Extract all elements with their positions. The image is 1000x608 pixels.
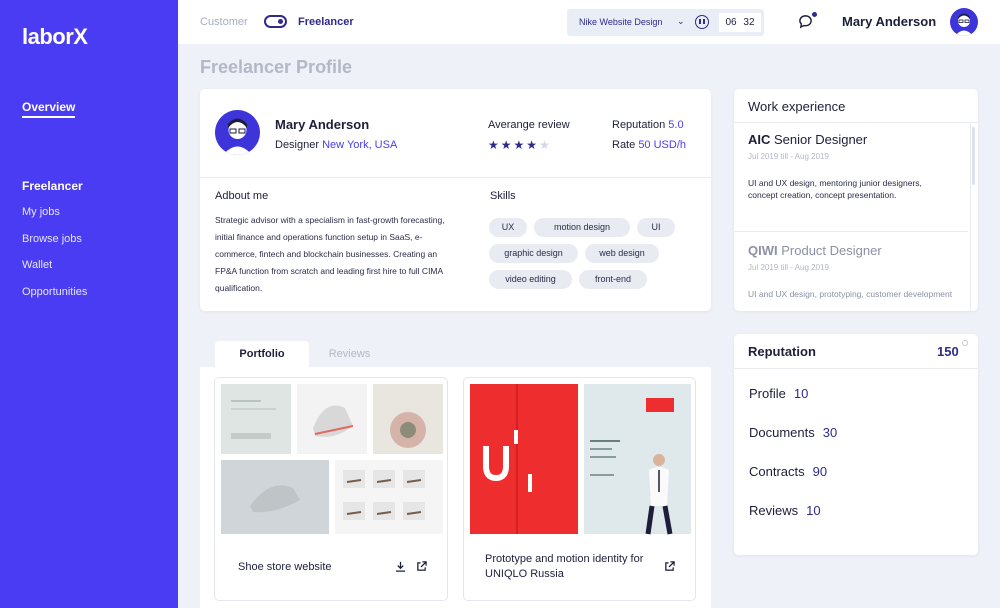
divider bbox=[734, 122, 978, 123]
work-experience-title: Work experience bbox=[748, 99, 846, 114]
timer-hours: 06 bbox=[725, 17, 737, 28]
job-title: AIC Senior Designer bbox=[748, 132, 867, 147]
rate-line: Rate 50 USD/h bbox=[612, 139, 686, 151]
star-icon: ★ bbox=[526, 138, 540, 152]
skill-chip[interactable]: web design bbox=[585, 244, 659, 263]
rate-value: 50 USD/h bbox=[638, 139, 687, 151]
profile-card: Mary Anderson Designer New York, USA Ave… bbox=[200, 89, 711, 311]
top-header: Customer Freelancer Nike Website Design … bbox=[178, 0, 1000, 44]
star-icon: ★ bbox=[488, 138, 501, 152]
divider bbox=[734, 368, 978, 369]
reputation-row: Profile 10 bbox=[749, 386, 808, 401]
average-review-label: Averange review bbox=[488, 119, 570, 131]
job-title: QIWI Product Designer bbox=[748, 243, 882, 258]
scrollbar[interactable] bbox=[970, 123, 976, 311]
profile-location: New York, USA bbox=[322, 139, 398, 151]
rating-stars: ★★★★★ bbox=[488, 138, 552, 152]
tab-reviews[interactable]: Reviews bbox=[309, 341, 390, 367]
divider bbox=[734, 231, 968, 232]
reputation-row-value: 30 bbox=[822, 425, 838, 440]
sidebar: laborX Overview Freelancer My jobs Brows… bbox=[0, 0, 178, 608]
chevron-down-icon[interactable]: ⌄ bbox=[677, 16, 685, 27]
reputation-row: Reviews 10 bbox=[749, 503, 821, 518]
reputation-row-label: Contracts bbox=[749, 464, 805, 479]
divider bbox=[200, 177, 711, 178]
pause-icon[interactable] bbox=[695, 15, 709, 29]
job-dates: Jul 2019 till - Aug 2019 bbox=[748, 263, 829, 272]
chat-icon[interactable] bbox=[798, 14, 813, 29]
nav-overview[interactable]: Overview bbox=[22, 100, 76, 118]
reputation-title: Reputation bbox=[748, 344, 816, 359]
reputation-line: Reputation 5.0 bbox=[612, 119, 684, 131]
role-customer-label[interactable]: Customer bbox=[200, 16, 248, 28]
star-icon: ★ bbox=[539, 138, 552, 152]
job-description: UI and UX design, mentoring junior desig… bbox=[748, 178, 922, 200]
reputation-row: Documents 30 bbox=[749, 425, 837, 440]
reputation-label: Reputation bbox=[612, 119, 666, 131]
timer-display: 06 32 bbox=[719, 13, 761, 32]
job-company: AIC bbox=[748, 132, 771, 147]
skill-chip[interactable]: video editing bbox=[489, 270, 572, 289]
star-icon: ★ bbox=[513, 138, 527, 152]
header-user-name[interactable]: Mary Anderson bbox=[842, 14, 936, 29]
reputation-row-label: Reviews bbox=[749, 503, 799, 518]
portfolio-item-uniqlo[interactable]: Prototype and motion identity for UNIQLO… bbox=[463, 377, 696, 601]
external-link-icon[interactable] bbox=[416, 561, 427, 572]
reputation-row-value: 90 bbox=[812, 464, 828, 479]
reputation-row-label: Profile bbox=[749, 386, 786, 401]
portfolio-item-shoe-store[interactable]: Shoe store website bbox=[214, 377, 448, 601]
nav-item-my-jobs[interactable]: My jobs bbox=[22, 206, 60, 218]
job-position: Senior Designer bbox=[774, 132, 868, 147]
reputation-row-label: Documents bbox=[749, 425, 815, 440]
scroll-thumb[interactable] bbox=[972, 127, 975, 185]
portfolio-thumbnail bbox=[221, 384, 443, 534]
job-position: Product Designer bbox=[781, 243, 882, 258]
profile-avatar bbox=[215, 110, 260, 155]
about-title: Adbout me bbox=[215, 190, 269, 202]
time-tracker: Nike Website Design ⌄ 06 32 bbox=[567, 9, 764, 36]
reputation-row-value: 10 bbox=[793, 386, 809, 401]
profile-role: Designer bbox=[275, 139, 320, 151]
nav-item-wallet[interactable]: Wallet bbox=[22, 259, 52, 271]
skill-chip[interactable]: UI bbox=[637, 218, 675, 237]
reputation-row-value: 10 bbox=[806, 503, 821, 518]
job-company: QIWI bbox=[748, 243, 778, 258]
skill-chip[interactable]: UX bbox=[489, 218, 527, 237]
role-toggle[interactable] bbox=[264, 15, 287, 28]
info-icon[interactable] bbox=[962, 340, 968, 346]
skill-chip[interactable]: front-end bbox=[579, 270, 647, 289]
external-link-icon[interactable] bbox=[664, 561, 675, 572]
reputation-card: Reputation 150 Profile 10 Documents 30 Con… bbox=[734, 334, 978, 555]
toggle-knob bbox=[278, 19, 283, 24]
profile-name: Mary Anderson bbox=[275, 117, 370, 132]
profile-role-line: Designer New York, USA bbox=[275, 139, 397, 151]
logo[interactable]: laborX bbox=[22, 24, 88, 50]
portfolio-item-label: Prototype and motion identity for UNIQLO… bbox=[485, 553, 644, 580]
download-icon[interactable] bbox=[395, 561, 406, 572]
nav-group-freelancer[interactable]: Freelancer bbox=[22, 179, 83, 193]
skill-chip[interactable]: graphic design bbox=[489, 244, 578, 263]
notification-dot bbox=[812, 12, 817, 17]
star-icon: ★ bbox=[500, 138, 514, 152]
project-select[interactable]: Nike Website Design bbox=[579, 17, 662, 27]
nav-item-opportunities[interactable]: Opportunities bbox=[22, 286, 87, 298]
work-experience-card: Work experience AIC Senior Designer Jul … bbox=[734, 89, 978, 311]
portfolio-item-label: Shoe store website bbox=[238, 561, 332, 573]
nav-item-browse-jobs[interactable]: Browse jobs bbox=[22, 233, 82, 245]
page-title: Freelancer Profile bbox=[200, 57, 353, 77]
skills-title: Skills bbox=[490, 190, 516, 202]
reputation-row: Contracts 90 bbox=[749, 464, 827, 479]
reputation-total: 150 bbox=[937, 344, 959, 359]
portfolio-thumbnail bbox=[470, 384, 691, 535]
job-dates: Jul 2019 till - Aug 2019 bbox=[748, 152, 829, 161]
header-avatar[interactable] bbox=[950, 8, 978, 36]
reputation-value: 5.0 bbox=[668, 119, 684, 131]
role-freelancer-label[interactable]: Freelancer bbox=[298, 16, 354, 28]
job-description: UI and UX design, prototyping, customer … bbox=[748, 289, 953, 299]
timer-minutes: 32 bbox=[743, 17, 755, 28]
skill-chip[interactable]: motion design bbox=[534, 218, 630, 237]
about-text: Strategic advisor with a specialism in f… bbox=[215, 215, 445, 293]
tab-portfolio[interactable]: Portfolio bbox=[215, 341, 309, 367]
rate-label: Rate bbox=[612, 139, 636, 151]
